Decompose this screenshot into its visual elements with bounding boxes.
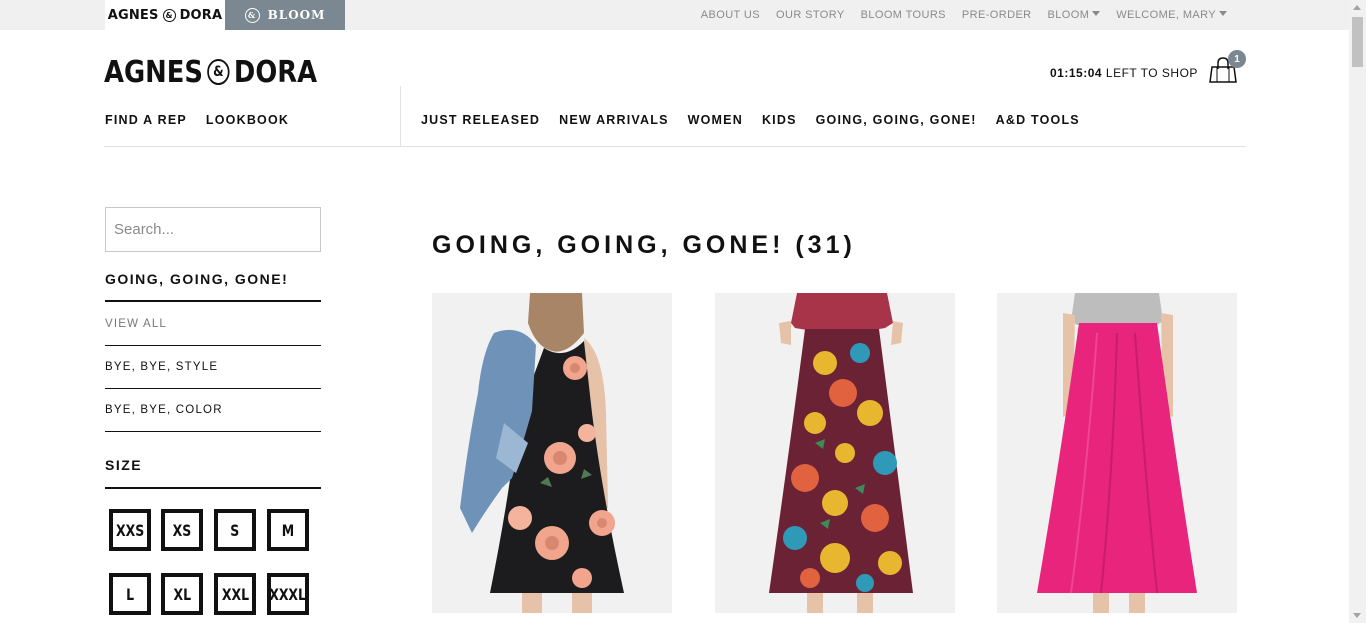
size-label: XXXL [269,584,307,604]
header-divider [104,146,1246,147]
chevron-down-icon [1092,11,1101,16]
agnes-dora-tab[interactable]: AGNES & DORA [105,0,225,30]
product-card-floral-maxi-skirt[interactable] [715,293,955,613]
nav-divider [400,86,401,146]
secondary-nav: FIND A REP LOOKBOOK [105,113,289,127]
category-title: GOING, GOING, GONE! [105,271,289,287]
about-us-link[interactable]: ABOUT US [701,9,760,21]
size-option-xl[interactable]: XL [161,573,203,615]
ampersand-icon: & [162,8,176,22]
nav-women[interactable]: WOMEN [688,113,743,127]
utility-bar: AGNES & DORA & BLOOM ABOUT US OUR STORY … [0,0,1349,30]
size-label: XXL [221,584,249,604]
size-label: XL [173,584,191,604]
bloom-tab-label: BLOOM [267,8,326,22]
nav-just-released[interactable]: JUST RELEASED [421,113,540,127]
tab-brand-left: AGNES [107,7,159,23]
size-filter-title: SIZE [105,457,143,473]
nav-new-arrivals[interactable]: NEW ARRIVALS [559,113,669,127]
scroll-thumb[interactable] [1352,17,1363,67]
filter-view-all[interactable]: VIEW ALL [105,318,167,330]
divider [105,388,321,389]
nav-ad-tools[interactable]: A&D TOOLS [996,113,1080,127]
size-label: M [281,520,295,540]
size-option-xxxl[interactable]: XXXL [267,573,309,615]
main-nav: JUST RELEASED NEW ARRIVALS WOMEN KIDS GO… [421,113,1080,127]
size-option-l[interactable]: L [109,573,151,615]
product-image [432,293,672,613]
size-option-xxl[interactable]: XXL [214,573,256,615]
nav-kids[interactable]: KIDS [762,113,797,127]
bloom-dropdown-label: BLOOM [1047,9,1090,21]
chevron-down-icon [1219,11,1227,16]
pre-order-link[interactable]: PRE-ORDER [962,9,1032,21]
size-label: XXS [115,520,145,540]
utility-links: ABOUT US OUR STORY BLOOM TOURS PRE-ORDER… [701,0,1227,30]
product-image [997,293,1237,613]
our-story-link[interactable]: OUR STORY [776,9,845,21]
shop-timer: 01:15:04 LEFT TO SHOP [1050,66,1198,80]
product-card-floral-dress[interactable] [432,293,672,613]
bloom-logo-icon: & [244,7,260,23]
timer-value: 01:15:04 [1050,66,1103,80]
scroll-down-arrow-icon[interactable] [1353,613,1361,618]
nav-going-going-gone[interactable]: GOING, GOING, GONE! [816,113,977,127]
logo-right-word: DORA [233,54,318,90]
size-option-s[interactable]: S [214,509,256,551]
size-option-xs[interactable]: XS [161,509,203,551]
nav-find-a-rep[interactable]: FIND A REP [105,113,187,127]
size-label: L [126,584,134,604]
nav-lookbook[interactable]: LOOKBOOK [206,113,289,127]
ampersand-icon: & [207,59,230,85]
scroll-up-arrow-icon[interactable] [1353,5,1361,10]
logo-left-word: AGNES [104,54,203,90]
size-option-m[interactable]: M [267,509,309,551]
divider [105,431,321,432]
divider [105,487,321,489]
size-option-xxs[interactable]: XXS [109,509,151,551]
size-label: XS [172,520,192,540]
search-input[interactable] [105,207,321,252]
timer-text: LEFT TO SHOP [1105,66,1198,80]
divider [105,345,321,346]
bloom-tours-link[interactable]: BLOOM TOURS [861,9,946,21]
bloom-dropdown[interactable]: BLOOM [1048,9,1101,21]
welcome-label: WELCOME, MARY [1116,9,1216,21]
size-label: S [230,520,240,540]
product-card-pink-maxi-skirt[interactable] [997,293,1237,613]
cart-count-badge: 1 [1228,50,1246,68]
filter-bye-bye-color[interactable]: BYE, BYE, COLOR [105,404,223,416]
product-image [715,293,955,613]
bloom-tab[interactable]: & BLOOM [225,0,345,30]
tab-brand-right: DORA [179,7,223,23]
page-title: GOING, GOING, GONE! (31) [432,231,856,259]
account-dropdown[interactable]: WELCOME, MARY [1116,9,1227,21]
page-scrollbar[interactable] [1349,0,1366,623]
divider [105,300,321,302]
site-logo[interactable]: AGNES & DORA [104,54,317,90]
filter-bye-bye-style[interactable]: BYE, BYE, STYLE [105,361,218,373]
